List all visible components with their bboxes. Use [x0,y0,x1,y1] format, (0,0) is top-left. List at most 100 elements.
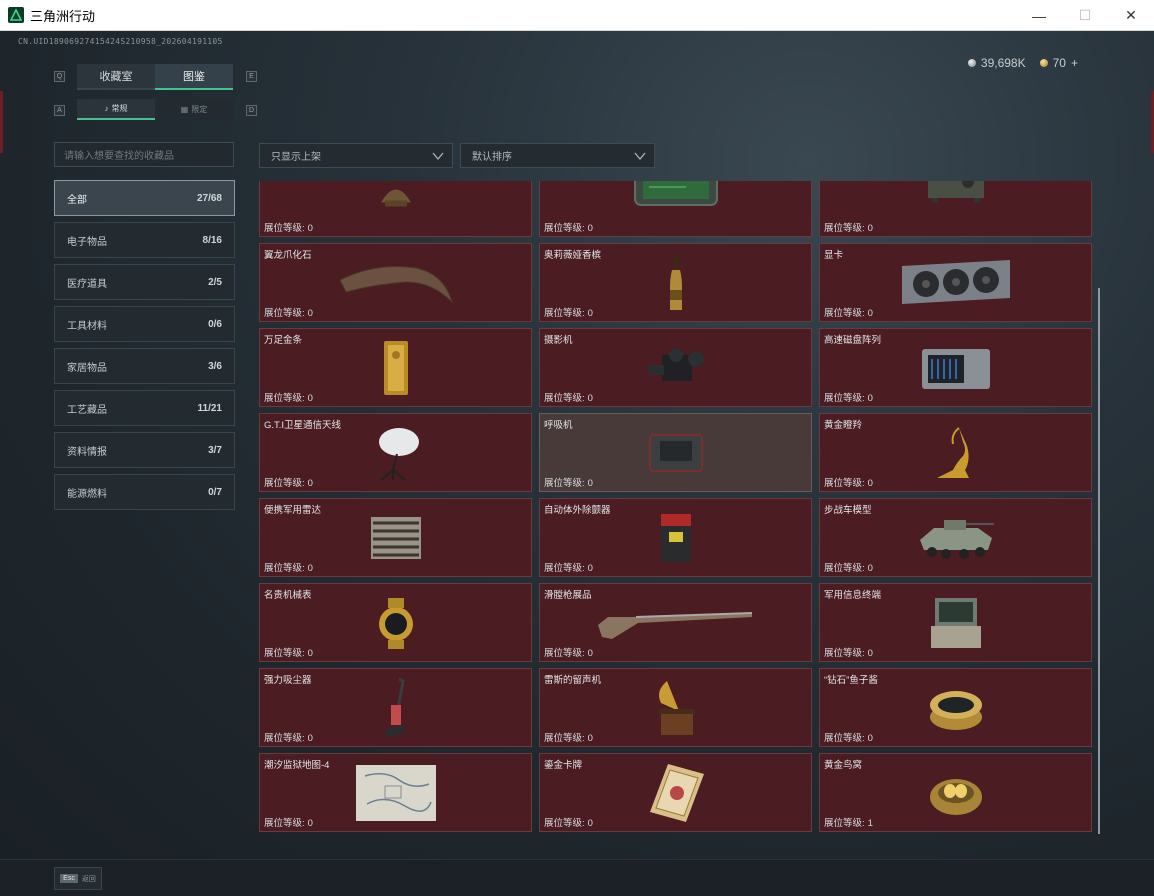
item-name: 滑膛枪展品 [544,590,592,601]
collection-card[interactable]: 自动体外除颤器 展位等级: 0 [539,498,812,577]
booth-level: 展位等级: 0 [544,563,593,574]
collection-card[interactable]: G.T.I卫星通信天线 展位等级: 0 [259,413,532,492]
tab-collection-room[interactable]: 收藏室 [77,64,155,90]
booth-level: 展位等级: 0 [264,308,313,319]
sort-dropdown[interactable]: 默认排序 [460,143,655,168]
booth-level: 展位等级: 0 [824,393,873,404]
collection-card[interactable]: 展位等级: 0 [539,181,812,237]
booth-level: 展位等级: 0 [544,393,593,404]
category-label: 医疗道具 [67,278,107,290]
category-label: 全部 [67,194,87,206]
music-note-icon: ♪ [104,104,109,113]
display-filter-dropdown[interactable]: 只显示上架 [259,143,453,168]
category-electronics[interactable]: 电子物品 8/16 [54,222,235,258]
booth-level: 展位等级: 0 [264,223,313,234]
item-name: 黄金瞪羚 [824,420,863,431]
ventilator-icon [648,433,703,472]
category-count: 11/21 [197,402,222,414]
item-name: 名贵机械表 [264,590,312,601]
collection-card[interactable]: 摄影机 展位等级: 0 [539,328,812,407]
booth-level: 展位等级: 0 [264,478,313,489]
booth-level: 展位等级: 1 [824,818,873,829]
bottom-bar [0,859,1154,896]
collection-card[interactable]: 滑膛枪展品 展位等级: 0 [539,583,812,662]
vacuum-icon [384,677,405,737]
silver-amount: 39,698K [980,56,1026,70]
camera-icon [647,347,704,381]
collection-card[interactable]: 展位等级: 0 [819,181,1092,237]
collection-card[interactable]: 呼吸机 展位等级: 0 [539,413,812,492]
item-name: “钻石”鱼子酱 [824,675,878,686]
search-input[interactable]: 请输入想要查找的收藏品 [54,142,234,167]
collection-card[interactable]: 黄金鸟窝 展位等级: 1 [819,753,1092,832]
collection-card[interactable]: 鎏金卡牌 展位等级: 0 [539,753,812,832]
satellite-dish-icon [378,427,419,481]
category-all[interactable]: 全部 27/68 [54,180,235,216]
close-button[interactable]: ✕ [1108,0,1154,31]
category-household[interactable]: 家居物品 3/6 [54,348,235,384]
category-crafts[interactable]: 工艺藏品 11/21 [54,390,235,426]
collection-card[interactable]: 奥莉薇娅香槟 展位等级: 0 [539,243,812,322]
collection-card[interactable]: 步战车模型 展位等级: 0 [819,498,1092,577]
category-label: 工艺藏品 [67,404,107,416]
chevron-down-icon [432,152,444,161]
maximize-button[interactable]: ☐ [1062,0,1108,31]
radio-device-icon [927,181,984,204]
subtab-regular[interactable]: ♪ 常规 [77,99,155,120]
category-label: 电子物品 [67,236,107,248]
collection-card[interactable]: 显卡 展位等级: 0 [819,243,1092,322]
collection-card[interactable]: 名贵机械表 展位等级: 0 [259,583,532,662]
collection-card[interactable]: 军用信息终端 展位等级: 0 [819,583,1092,662]
game-viewport: CN.UID18906927415424S210958_202604191105… [0,31,1154,896]
booth-level: 展位等级: 0 [264,393,313,404]
collection-card[interactable]: 便携军用雷达 展位等级: 0 [259,498,532,577]
collection-card[interactable]: 潮汐监狱地图-4 展位等级: 0 [259,753,532,832]
tab-catalog[interactable]: 图鉴 [155,64,233,90]
collection-card[interactable]: “钻石”鱼子酱 展位等级: 0 [819,668,1092,747]
category-count: 8/16 [202,234,222,246]
category-tools[interactable]: 工具材料 0/6 [54,306,235,342]
collection-card[interactable]: 展位等级: 0 [259,181,532,237]
bust-icon [380,189,411,207]
category-count: 0/7 [208,486,222,498]
category-label: 工具材料 [67,320,107,332]
category-medical[interactable]: 医疗道具 2/5 [54,264,235,300]
collection-card[interactable]: 万足金条 展位等级: 0 [259,328,532,407]
booth-level: 展位等级: 0 [824,223,873,234]
item-name: 强力吸尘器 [264,675,312,686]
booth-level: 展位等级: 0 [264,648,313,659]
add-gold-button[interactable]: + [1071,56,1078,70]
gold-nest-icon [929,778,982,815]
gold-currency[interactable]: 70 + [1039,56,1078,70]
subtab-limited[interactable]: ▦ 限定 [155,99,233,120]
category-energy[interactable]: 能源燃料 0/7 [54,474,235,510]
category-label: 能源燃料 [67,488,107,500]
booth-level: 展位等级: 0 [264,733,313,744]
item-name: 步战车模型 [824,505,872,516]
back-button[interactable]: Esc 返回 [54,867,102,890]
main-tabs: 收藏室 图鉴 [77,64,233,90]
item-name: 奥莉薇娅香槟 [544,250,602,261]
collection-card[interactable]: 雷斯的留声机 展位等级: 0 [539,668,812,747]
collection-card[interactable]: 翼龙爪化石 展位等级: 0 [259,243,532,322]
graphics-card-icon [901,259,1010,304]
category-count: 27/68 [196,192,222,204]
category-intel[interactable]: 资料情报 3/7 [54,432,235,468]
collection-card[interactable]: 黄金瞪羚 展位等级: 0 [819,413,1092,492]
tab-left-key: Q [54,71,65,82]
gold-gazelle-icon [936,426,969,478]
grid-scrollbar[interactable] [1098,288,1100,834]
booth-level: 展位等级: 0 [544,308,593,319]
edge-accent [0,91,3,153]
gold-bar-icon [383,340,408,395]
item-name: 显卡 [824,250,844,261]
collection-card[interactable]: 强力吸尘器 展位等级: 0 [259,668,532,747]
minimize-button[interactable]: — [1016,0,1062,31]
category-count: 0/6 [208,318,222,330]
gold-amount: 70 [1052,56,1066,70]
category-count: 3/7 [208,444,222,456]
map-icon [355,764,436,821]
app-logo-icon [8,7,24,23]
booth-level: 展位等级: 0 [544,733,593,744]
collection-card[interactable]: 高速磁盘阵列 展位等级: 0 [819,328,1092,407]
